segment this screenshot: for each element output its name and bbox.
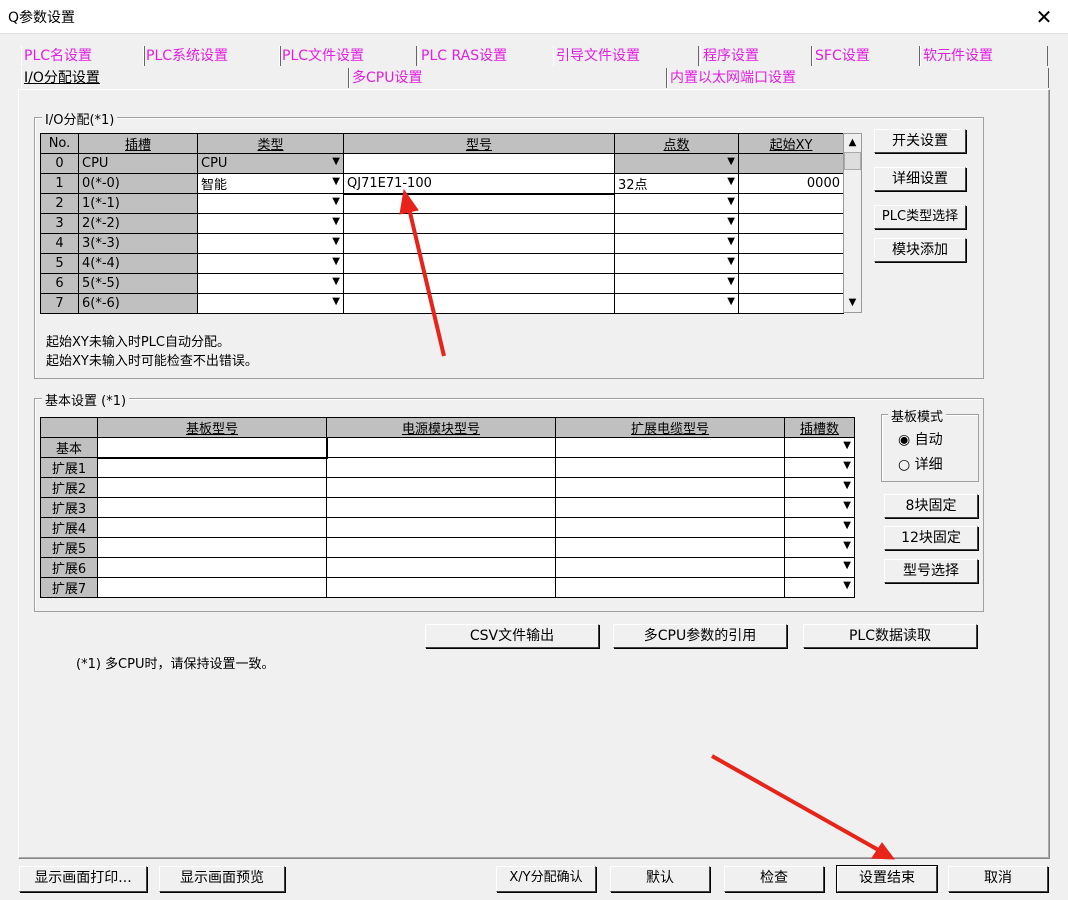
red-arrow-to-model <box>399 188 446 357</box>
red-arrow-to-finish <box>711 754 896 860</box>
annotation-arrows <box>399 188 896 860</box>
